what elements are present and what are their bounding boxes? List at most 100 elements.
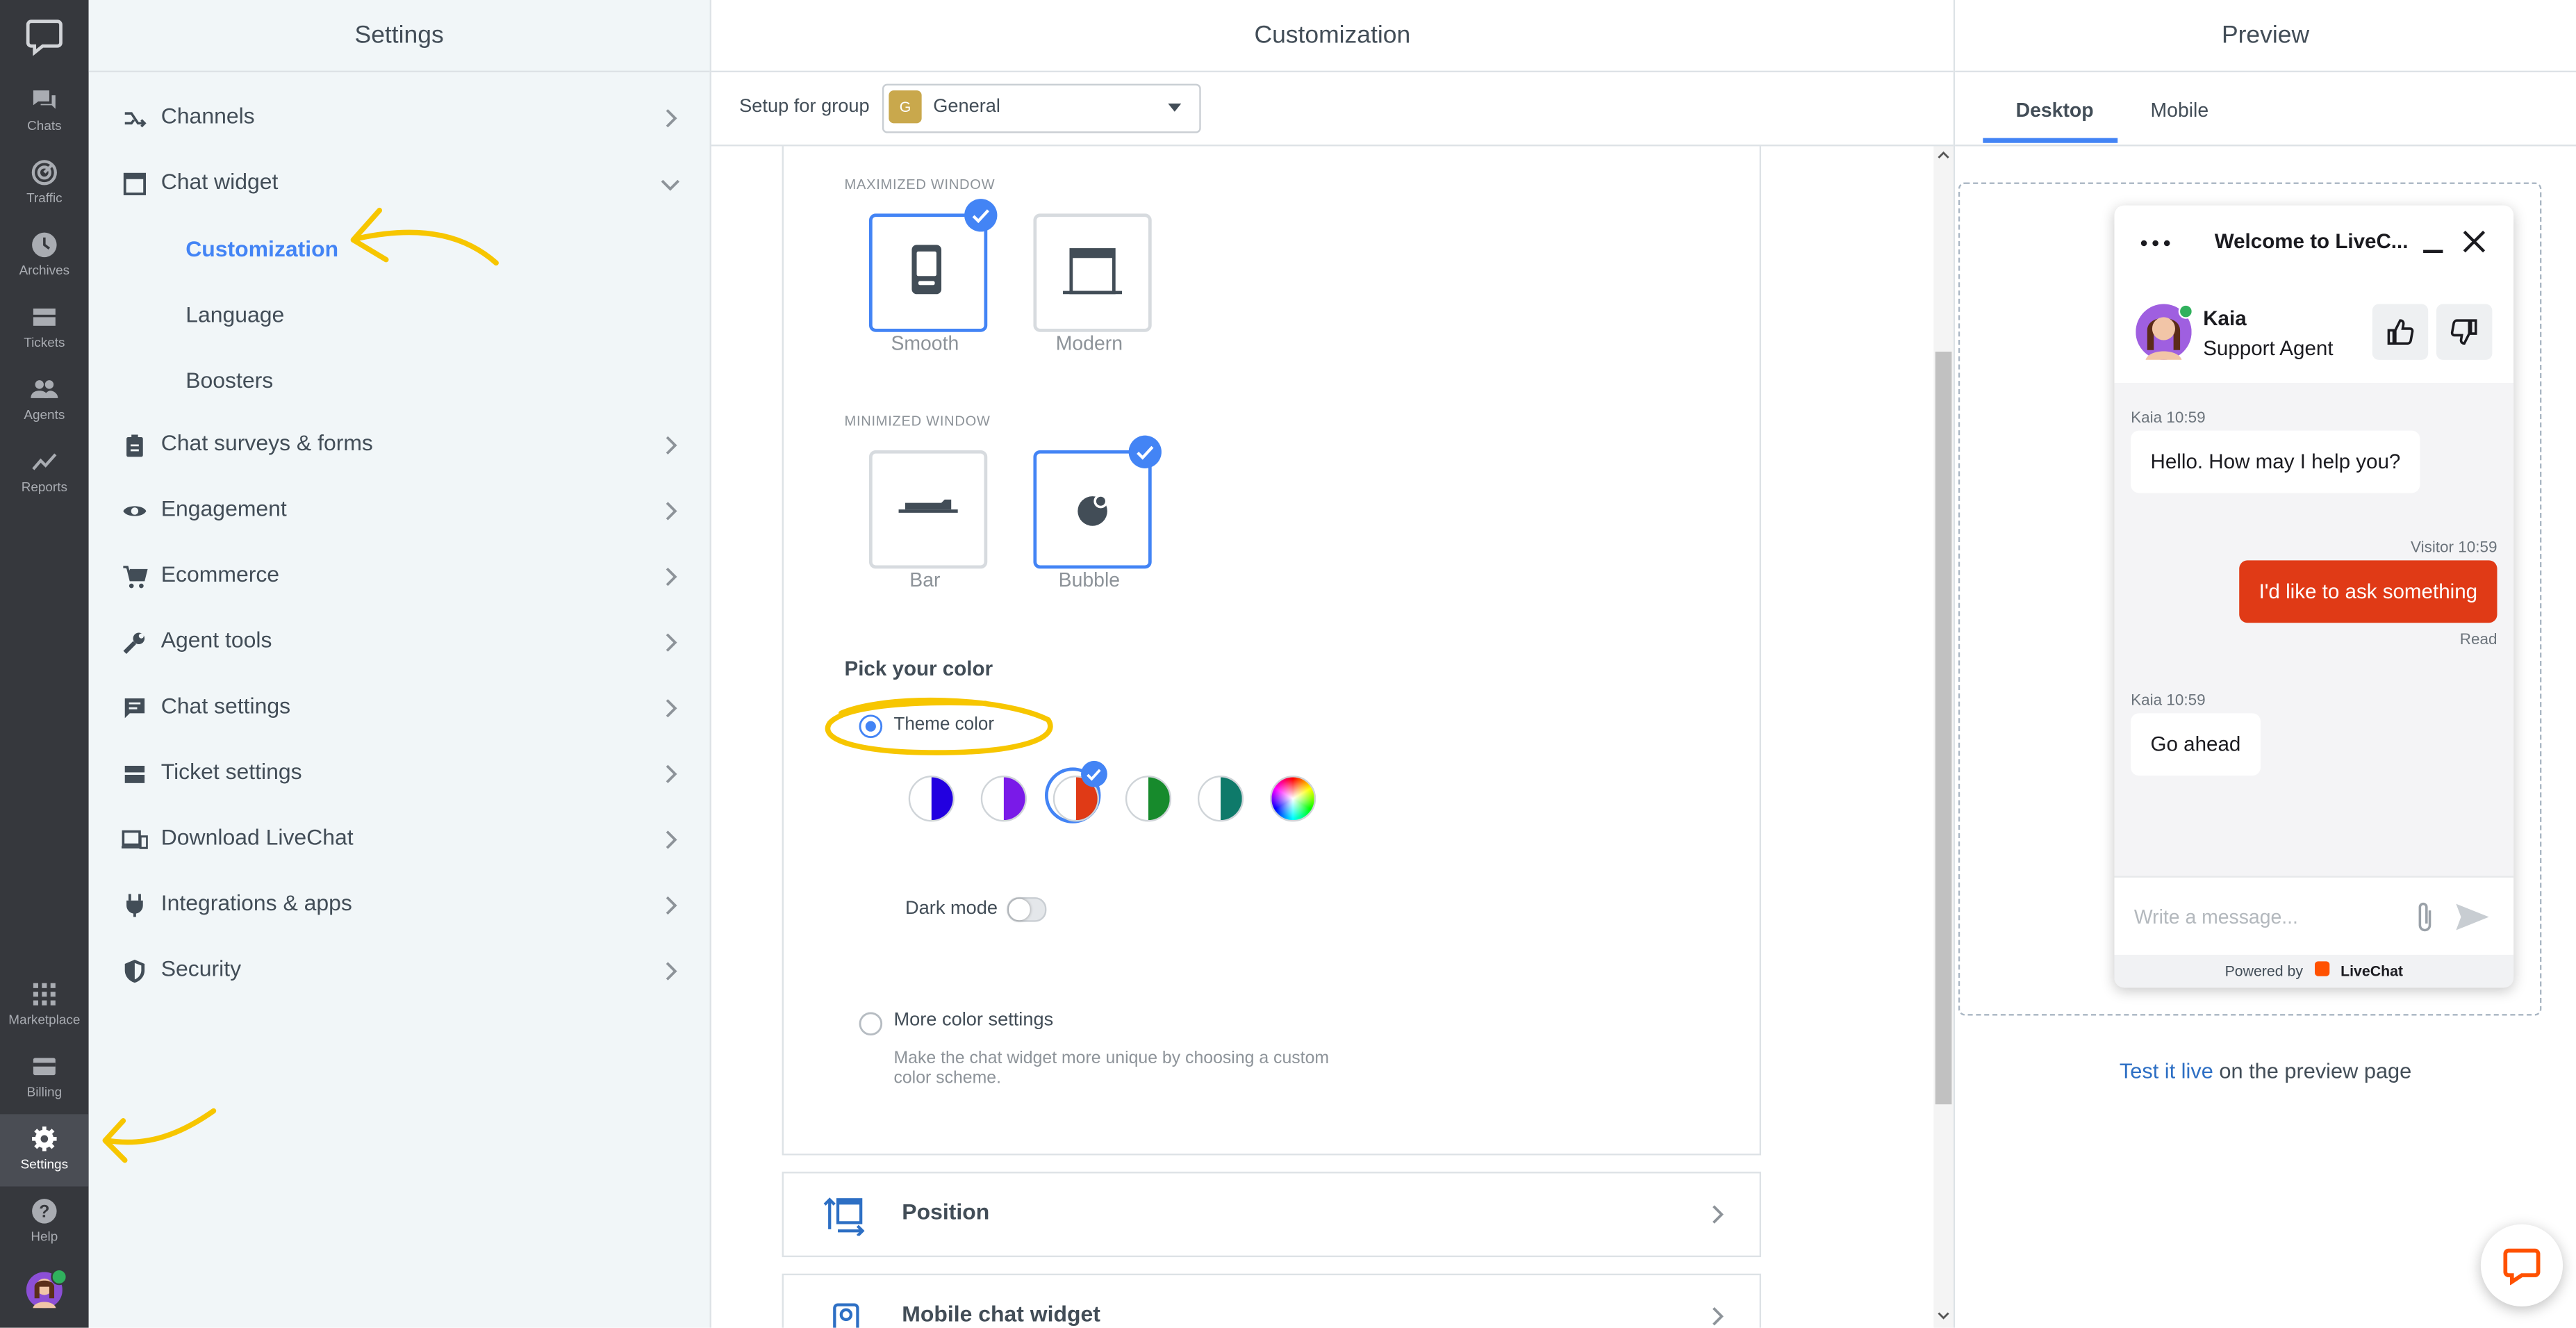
tab-desktop[interactable]: Desktop [2016,99,2094,122]
test-it-live-link[interactable]: Test it live [2120,1058,2213,1083]
dark-mode-toggle[interactable] [1007,897,1047,922]
minimize-icon[interactable] [2422,231,2445,254]
agent-message: Go ahead [2131,713,2261,776]
submenu-customization[interactable]: Customization [185,237,338,261]
user-avatar[interactable] [26,1268,67,1309]
theme-color-radio[interactable] [857,713,884,739]
modern-option[interactable] [1033,213,1152,332]
agent-message: Hello. How may I help you? [2131,430,2420,493]
brand-label: LiveChat [2340,962,2404,980]
archives-icon [32,232,57,258]
settings-panel: Settings Channels Chat widget Customizat… [88,0,711,1328]
scrollbar-thumb[interactable] [1935,352,1952,1105]
nav-tickets[interactable]: Tickets [0,293,89,365]
marketplace-icon [33,983,56,1006]
preview-title: Preview [1955,0,2576,73]
menu-integrations[interactable]: Integrations & apps [89,873,710,939]
settings-title: Settings [88,0,710,73]
chat-launcher-button[interactable] [2480,1224,2563,1307]
group-select[interactable]: G General [882,83,1201,133]
devices-icon [121,830,148,849]
livechat-logo-icon[interactable] [24,17,64,56]
eye-icon [123,506,147,516]
chevron-right-icon [666,830,677,849]
traffic-icon [31,160,57,186]
menu-ecommerce[interactable]: Ecommerce [89,544,710,610]
group-label: Setup for group [739,97,870,117]
nav-help[interactable]: ? Help [0,1186,89,1259]
message-meta: Kaia 10:59 [2131,409,2206,427]
nav-label: Marketplace [8,1012,81,1027]
bubble-icon [1078,494,1108,526]
message-input[interactable]: Write a message... [2134,905,2298,928]
chevron-right-icon [666,567,677,587]
nav-reports[interactable]: Reports [0,437,89,509]
nav-label: Agents [24,407,65,423]
position-icon [823,1197,865,1236]
nav-billing[interactable]: Billing [0,1042,89,1114]
chevron-right-icon [1712,1205,1724,1224]
tab-mobile[interactable]: Mobile [2151,99,2209,122]
menu-label: Chat settings [160,693,291,719]
wrench-icon [123,632,145,654]
position-title: Position [902,1199,990,1224]
menu-agent-tools[interactable]: Agent tools [89,609,710,675]
scroll-down-icon [1938,1312,1949,1320]
attachment-icon[interactable] [2415,901,2434,933]
customization-panel: Customization Setup for group G General … [711,0,1956,1328]
agents-icon [31,380,58,398]
nav-marketplace[interactable]: Marketplace [0,969,89,1042]
nav-label: Settings [20,1156,69,1172]
menu-ticket-settings[interactable]: Ticket settings [89,741,710,808]
nav-chats[interactable]: Chats [0,76,89,148]
submenu-language[interactable]: Language [185,302,284,327]
preview-tabs: Desktop Mobile [1955,72,2576,147]
position-accordion[interactable]: Position [782,1172,1762,1258]
send-icon[interactable] [2454,902,2491,932]
menu-chat-settings[interactable]: Chat settings [89,675,710,741]
menu-chat-surveys[interactable]: Chat surveys & forms [89,413,710,479]
menu-download-livechat[interactable]: Download LiveChat [89,807,710,873]
maximized-caption: MAXIMIZED WINDOW [844,176,996,192]
group-value: General [933,97,1000,117]
more-colors-radio[interactable] [857,1010,884,1037]
swatch-teal[interactable] [1197,776,1244,822]
message-meta: Visitor 10:59 [2411,539,2497,557]
nav-traffic[interactable]: Traffic [0,148,89,220]
submenu-boosters[interactable]: Boosters [185,368,273,393]
swatch-green[interactable] [1125,776,1172,822]
chevron-right-icon [666,436,677,455]
thumbs-down-icon [2450,319,2477,345]
thumbs-down-button[interactable] [2436,304,2493,360]
chevron-right-icon [666,699,677,718]
nav-settings[interactable]: Settings [0,1114,89,1187]
swatch-blue[interactable] [908,776,955,822]
nav-label: Billing [26,1084,63,1100]
chevron-right-icon [666,962,677,981]
help-icon: ? [32,1199,57,1224]
settings-icon [32,1126,57,1151]
toggle-knob [1008,899,1030,921]
swatch-custom-rainbow[interactable] [1269,776,1316,822]
nav-label: Reports [21,479,67,495]
bar-option[interactable] [868,450,988,569]
thumbs-up-button[interactable] [2372,304,2429,360]
nav-archives[interactable]: Archives [0,220,89,293]
menu-engagement[interactable]: Engagement [89,478,710,544]
nav-agents[interactable]: Agents [0,365,89,437]
test-it-live-suffix: on the preview page [2213,1058,2412,1083]
vertical-scrollbar[interactable] [1933,146,1954,1328]
chat-launcher-icon [2503,1248,2541,1286]
close-icon[interactable] [2463,230,2486,253]
clipboard-icon [126,434,143,457]
menu-security[interactable]: Security [89,938,710,1004]
smooth-label: Smooth [891,331,959,355]
mobile-widget-accordion[interactable]: Mobile chat widget [782,1273,1762,1328]
rainbow-overlay [1271,777,1314,821]
more-options-icon[interactable] [2140,238,2170,248]
message-list: Kaia 10:59 Hello. How may I help you? Vi… [2114,382,2514,876]
swatch-purple[interactable] [980,776,1027,822]
chevron-right-icon [666,896,677,915]
menu-channels[interactable]: Channels [89,85,710,151]
menu-chat-widget[interactable]: Chat widget [89,151,710,218]
